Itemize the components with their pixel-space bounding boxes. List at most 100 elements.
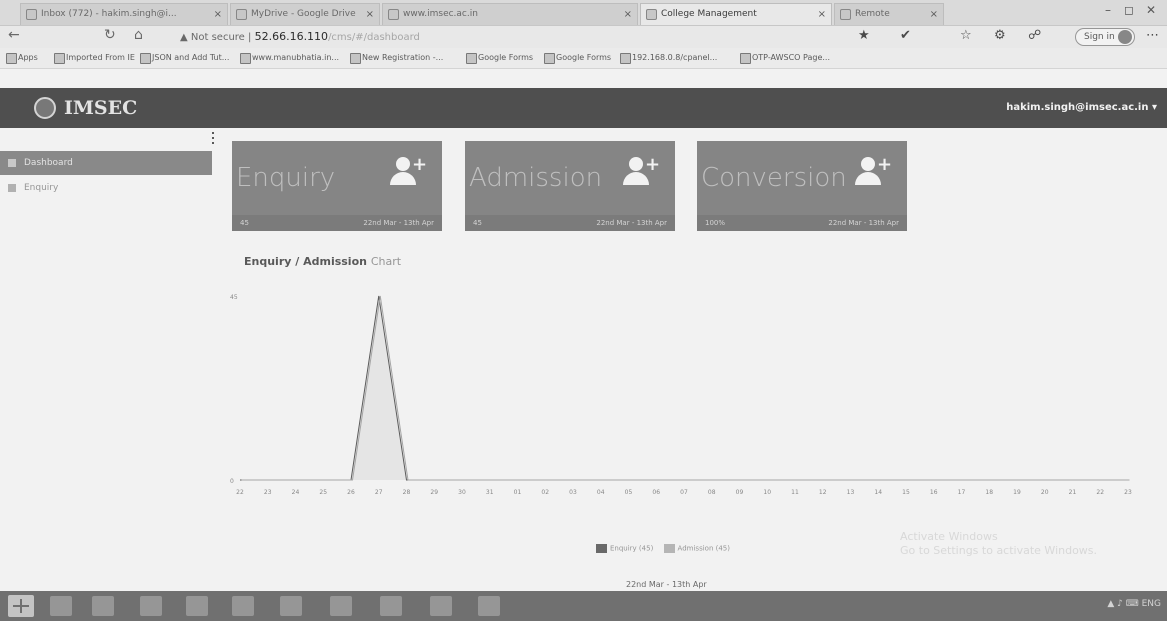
bookmark-item[interactable]: New Registration -...: [350, 53, 443, 64]
bookmark-item[interactable]: Google Forms: [544, 53, 611, 64]
x-tick-label: 16: [930, 489, 938, 496]
reload-icon[interactable]: ↻: [104, 27, 116, 43]
close-window-icon[interactable]: ✕: [1146, 3, 1156, 17]
app-logo[interactable]: IMSEC: [34, 88, 137, 128]
bookmark-item[interactable]: JSON and Add Tut...: [140, 53, 229, 64]
share-icon[interactable]: ☍: [1028, 28, 1041, 43]
word-icon[interactable]: [380, 596, 402, 616]
card-footer: 100% 22nd Mar - 13th Apr: [697, 215, 907, 231]
browser-tab-remote[interactable]: Remote ×: [834, 3, 944, 25]
x-tick-label: 31: [486, 489, 494, 496]
windows-start-icon[interactable]: [8, 595, 34, 617]
y-tick-label: 0: [230, 478, 234, 485]
system-tray[interactable]: ▲ ♪ ⌨ ENG: [1107, 599, 1161, 609]
back-icon[interactable]: ←: [8, 27, 20, 43]
close-icon[interactable]: ×: [818, 4, 826, 25]
enquiry-card[interactable]: Enquiry + 45 22nd Mar - 13th Apr: [232, 141, 442, 231]
x-tick-label: 11: [791, 489, 799, 496]
app-header: IMSEC hakim.singh@imsec.ac.in ▾: [0, 88, 1167, 128]
mail-icon: [26, 9, 37, 20]
signin-button[interactable]: Sign in: [1075, 28, 1135, 46]
x-tick-label: 13: [847, 489, 855, 496]
x-tick-label: 04: [597, 489, 605, 496]
x-tick-label: 22: [1096, 489, 1104, 496]
star-icon[interactable]: ★: [858, 28, 870, 43]
bookmark-item[interactable]: Google Forms: [466, 53, 533, 64]
page-icon: [388, 9, 399, 20]
url-field[interactable]: ▲ Not secure | 52.66.16.110/cms/#/dashbo…: [180, 30, 420, 43]
admission-card[interactable]: Admission + 45 22nd Mar - 13th Apr: [465, 141, 675, 231]
close-icon[interactable]: ×: [624, 4, 632, 25]
browser-tab-imsec[interactable]: www.imsec.ac.in ×: [382, 3, 638, 25]
x-tick-label: 14: [874, 489, 882, 496]
browser-tab-college-management[interactable]: College Management ×: [640, 3, 832, 25]
address-bar: ← ↻ ⌂ ▲ Not secure | 52.66.16.110/cms/#/…: [0, 26, 1167, 48]
sidebar-item-enquiry[interactable]: Enquiry: [0, 176, 212, 200]
chrome-icon[interactable]: [280, 596, 302, 616]
more-icon[interactable]: ⋯: [1146, 28, 1159, 43]
x-tick-label: 12: [819, 489, 827, 496]
list-icon: [8, 184, 16, 192]
enquiry-admission-chart: 0 45 22 23 24 25 26 27 28 29 30 31 01 02 03 04 05 06 07 08 0…: [230, 294, 1132, 496]
close-icon[interactable]: ×: [366, 4, 374, 25]
favorites-icon[interactable]: ☆: [960, 28, 972, 43]
add-user-icon: +: [390, 156, 427, 187]
x-tick-label: 29: [430, 489, 438, 496]
internet-explorer-icon[interactable]: [232, 596, 254, 616]
x-tick-label: 24: [292, 489, 300, 496]
close-icon[interactable]: ×: [214, 4, 222, 25]
acrobat-icon[interactable]: [430, 596, 452, 616]
page-icon: [840, 9, 851, 20]
x-tick-label: 01: [514, 489, 522, 496]
x-tick-label: 20: [1041, 489, 1049, 496]
chart-title: Enquiry / Admission Chart: [244, 255, 402, 268]
browser-tab-drive[interactable]: MyDrive - Google Drive ×: [230, 3, 380, 25]
browser-tab-strip: Inbox (772) - hakim.singh@i... × MyDrive…: [0, 0, 1167, 26]
user-menu[interactable]: hakim.singh@imsec.ac.in ▾: [1006, 88, 1157, 128]
bookmark-item[interactable]: Apps: [6, 53, 38, 64]
check-icon[interactable]: ✔: [900, 28, 911, 43]
warning-icon: ▲: [180, 32, 188, 43]
x-tick-label: 27: [375, 489, 383, 496]
legend-swatch-enquiry[interactable]: [596, 544, 607, 553]
legend-swatch-admission[interactable]: [663, 544, 675, 553]
dashboard-icon: [8, 159, 16, 167]
page-icon: [646, 9, 657, 20]
x-tick-label: 09: [736, 489, 744, 496]
conversion-card[interactable]: Conversion + 100% 22nd Mar - 13th Apr: [697, 141, 907, 231]
paint-icon[interactable]: [478, 596, 500, 616]
cortana-icon[interactable]: [50, 596, 72, 616]
home-icon[interactable]: ⌂: [134, 27, 143, 43]
x-tick-label: 05: [625, 489, 633, 496]
x-tick-label: 30: [458, 489, 466, 496]
music-icon[interactable]: [140, 596, 162, 616]
bookmark-item[interactable]: 192.168.0.8/cpanel...: [620, 53, 717, 64]
sidebar-item-dashboard[interactable]: Dashboard: [0, 151, 212, 175]
x-tick-label: 02: [541, 489, 549, 496]
extension-icon[interactable]: ⚙: [994, 28, 1006, 43]
series-area-admission: [240, 296, 1128, 480]
bookmark-item[interactable]: OTP-AWSCO Page...: [740, 53, 830, 64]
x-tick-label: 21: [1069, 489, 1077, 496]
x-tick-label: 28: [403, 489, 411, 496]
excel-icon[interactable]: [330, 596, 352, 616]
bookmark-item[interactable]: Imported From IE: [54, 53, 135, 64]
x-tick-label: 07: [680, 489, 688, 496]
bookmark-item[interactable]: www.manubhatia.in...: [240, 53, 339, 64]
close-icon[interactable]: ×: [930, 4, 938, 25]
x-tick-label: 22: [236, 489, 244, 496]
browser-tab-gmail[interactable]: Inbox (772) - hakim.singh@i... ×: [20, 3, 228, 25]
y-tick-label: 45: [230, 294, 238, 301]
x-tick-label: 23: [264, 489, 272, 496]
card-title: Enquiry: [236, 163, 336, 193]
x-tick-label: 15: [902, 489, 910, 496]
minimize-icon[interactable]: –: [1105, 3, 1111, 17]
x-tick-label: 03: [569, 489, 577, 496]
add-user-icon: +: [855, 156, 892, 187]
card-title: Conversion: [701, 163, 847, 193]
media-player-icon[interactable]: [92, 596, 114, 616]
windows-taskbar: ▲ ♪ ⌨ ENG: [0, 591, 1167, 621]
x-tick-label: 18: [985, 489, 993, 496]
file-explorer-icon[interactable]: [186, 596, 208, 616]
maximize-icon[interactable]: ◻: [1124, 3, 1134, 17]
